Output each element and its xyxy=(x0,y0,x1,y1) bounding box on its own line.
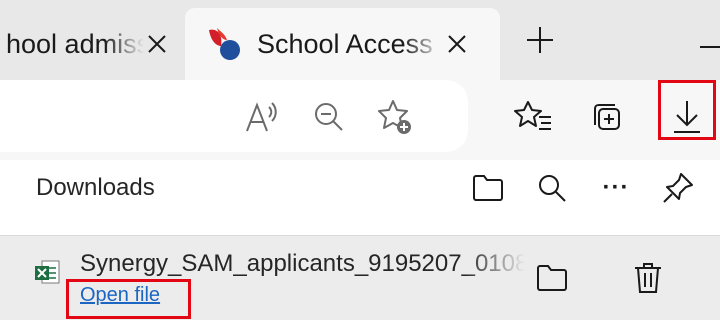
browser-toolbar xyxy=(0,80,720,160)
add-favorite-button[interactable] xyxy=(372,94,418,140)
site-favicon-icon xyxy=(209,28,240,60)
open-file-highlight xyxy=(66,279,191,319)
tab-school-admissions[interactable]: hool admissio xyxy=(0,8,185,80)
search-downloads-button[interactable] xyxy=(530,166,574,210)
zoom-out-icon xyxy=(315,103,343,131)
open-downloads-folder-button[interactable] xyxy=(466,166,510,210)
download-file-name: Synergy_SAM_applicants_9195207_0108 xyxy=(80,250,525,278)
zoom-out-button[interactable] xyxy=(306,94,352,140)
read-aloud-icon xyxy=(246,102,277,132)
folder-icon xyxy=(537,265,567,291)
close-tab-button[interactable] xyxy=(143,30,171,58)
tab-strip: hool admissio School Access Mo xyxy=(0,0,720,80)
downloads-panel: Downloads ··· Synergy_SAM_applicants_919… xyxy=(0,160,720,320)
favorites-button[interactable] xyxy=(510,94,556,140)
new-tab-button[interactable] xyxy=(522,22,558,58)
collections-button[interactable] xyxy=(584,94,630,140)
close-icon xyxy=(448,35,466,53)
more-options-button[interactable]: ··· xyxy=(594,166,638,210)
folder-icon xyxy=(473,175,503,201)
close-tab-button[interactable] xyxy=(443,30,471,58)
trash-icon xyxy=(635,263,661,293)
tab-title: School Access Mo xyxy=(257,28,443,60)
favorites-list-icon xyxy=(514,101,551,130)
tab-school-access[interactable]: School Access Mo xyxy=(185,8,500,80)
pin-panel-button[interactable] xyxy=(656,166,700,210)
read-aloud-button[interactable] xyxy=(238,94,284,140)
minimize-button[interactable] xyxy=(700,36,720,48)
delete-download-button[interactable] xyxy=(626,256,670,300)
more-icon: ··· xyxy=(602,174,630,201)
show-in-folder-button[interactable] xyxy=(530,256,574,300)
collections-icon xyxy=(594,104,620,130)
search-icon xyxy=(539,175,566,202)
tab-title: hool admissio xyxy=(6,28,144,60)
pin-icon xyxy=(663,173,693,203)
panel-title: Downloads xyxy=(36,174,155,201)
download-item[interactable]: Synergy_SAM_applicants_9195207_0108 Open… xyxy=(0,235,720,320)
close-icon xyxy=(148,35,166,53)
excel-file-icon xyxy=(35,260,60,284)
add-favorite-icon xyxy=(378,100,411,134)
downloads-button-highlight xyxy=(658,80,716,140)
plus-icon xyxy=(527,27,553,53)
minimize-icon xyxy=(700,46,720,48)
